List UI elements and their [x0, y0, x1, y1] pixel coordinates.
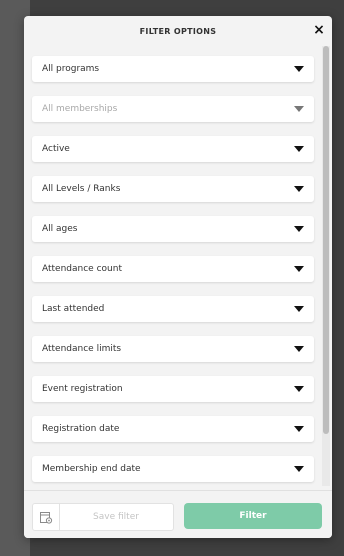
save-filter-icon	[33, 504, 60, 530]
chevron-down-icon	[294, 266, 304, 272]
filter-select-label: All Levels / Ranks	[42, 184, 121, 194]
filter-select-status[interactable]: Active	[32, 136, 314, 162]
filter-select-label: Event registration	[42, 384, 123, 394]
filter-select-event-registration[interactable]: Event registration	[32, 376, 314, 402]
filter-select-label: Last attended	[42, 304, 105, 314]
save-filter-label: Save filter	[93, 512, 139, 522]
filter-select-label: All programs	[42, 64, 100, 74]
filter-button[interactable]: Filter	[184, 503, 322, 529]
close-icon: ×	[313, 22, 325, 38]
filter-select-label: Attendance count	[42, 264, 122, 274]
chevron-down-icon	[294, 386, 304, 392]
filter-select-label: Membership end date	[42, 464, 141, 474]
chevron-down-icon	[294, 346, 304, 352]
filter-select-registration-date[interactable]: Registration date	[32, 416, 314, 442]
chevron-down-icon	[294, 186, 304, 192]
modal-header: FILTER OPTIONS ×	[24, 16, 332, 46]
filter-options-modal: FILTER OPTIONS × All programs All member…	[24, 16, 332, 538]
chevron-down-icon	[294, 106, 304, 112]
filter-select-attendance-limits[interactable]: Attendance limits	[32, 336, 314, 362]
filter-select-memberships[interactable]: All memberships	[32, 96, 314, 122]
filter-select-label: Attendance limits	[42, 344, 122, 354]
close-button[interactable]: ×	[312, 23, 326, 37]
chevron-down-icon	[294, 66, 304, 72]
filter-select-label: All ages	[42, 224, 78, 234]
chevron-down-icon	[294, 466, 304, 472]
chevron-down-icon	[294, 306, 304, 312]
modal-footer: Save filter Filter	[24, 490, 332, 538]
modal-title: FILTER OPTIONS	[139, 26, 217, 36]
filter-select-programs[interactable]: All programs	[32, 56, 314, 82]
filter-select-levels-ranks[interactable]: All Levels / Ranks	[32, 176, 314, 202]
filter-select-ages[interactable]: All ages	[32, 216, 314, 242]
save-filter-button[interactable]: Save filter	[32, 503, 174, 531]
scrollbar-thumb[interactable]	[323, 46, 329, 434]
filter-select-attendance-count[interactable]: Attendance count	[32, 256, 314, 282]
filter-select-label: All memberships	[42, 104, 118, 114]
filter-select-last-attended[interactable]: Last attended	[32, 296, 314, 322]
scrollbar[interactable]	[322, 46, 330, 486]
filter-select-label: Registration date	[42, 424, 120, 434]
filter-select-membership-end-date[interactable]: Membership end date	[32, 456, 314, 482]
chevron-down-icon	[294, 146, 304, 152]
chevron-down-icon	[294, 226, 304, 232]
filter-select-label: Active	[42, 144, 70, 154]
chevron-down-icon	[294, 426, 304, 432]
